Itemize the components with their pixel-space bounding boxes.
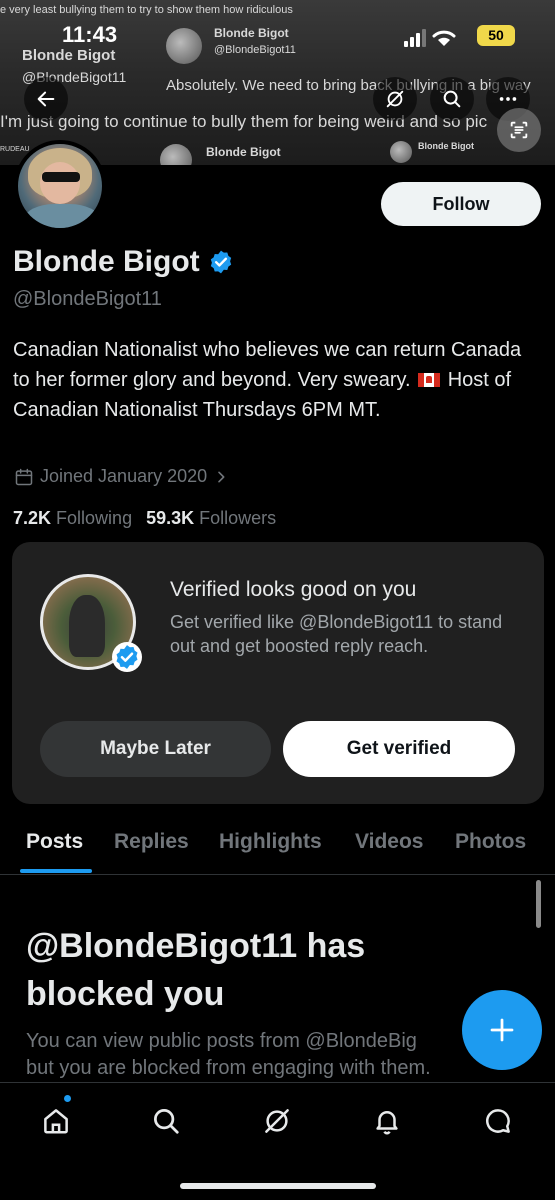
back-button[interactable] [24,77,68,121]
search-icon [154,1109,179,1134]
following-label: Following [56,508,133,528]
home-icon [44,1109,68,1134]
search-icon [443,90,461,108]
banner-text: I'm just going to continue to bully them… [0,112,488,131]
tab-highlights[interactable]: Highlights [219,830,322,854]
signal-wifi-icon [404,29,456,47]
blocked-message-line: but you are blocked from engaging with t… [26,1057,431,1079]
followers-label: Followers [199,508,277,528]
banner-avatar [160,144,192,165]
banner-text: RUDEAU [0,146,30,153]
joined-text: Joined January 2020 [40,466,208,486]
grok-icon [386,90,404,108]
message-icon [486,1109,510,1133]
follow-button[interactable]: Follow [381,182,541,226]
profile-name-row: Blonde Bigot [13,245,234,279]
notification-dot [64,1095,71,1102]
blocked-title: @BlondeBigot11 has blocked you [26,927,366,1013]
battery-indicator: 50 [477,25,515,46]
maybe-later-button[interactable]: Maybe Later [40,721,271,777]
active-tab-indicator [20,869,92,873]
banner-text: Blonde Bigot [206,145,281,159]
grok-button[interactable] [373,77,417,121]
profile-name: Blonde Bigot [13,245,200,278]
avatar-face [40,162,80,204]
tab-posts[interactable]: Posts [26,830,83,854]
profile-tabs: Posts Replies Highlights Videos Photos [0,820,555,875]
followers-link[interactable]: 59.3K Followers [146,508,276,529]
compose-button[interactable] [462,990,542,1070]
calendar-icon [15,468,33,485]
scrollbar[interactable] [536,880,541,928]
upsell-title: Verified looks good on you [170,578,417,601]
status-bar: 11:43 50 [0,0,555,60]
bell-icon [376,1111,398,1135]
profile-avatar[interactable] [14,140,106,232]
follow-stats: 7.2K Following 59.3K Followers [13,508,276,529]
banner-text: Blonde Bigot [418,141,474,151]
bottom-nav [0,1082,555,1200]
verified-upsell-card: Verified looks good on you Get verified … [12,542,544,804]
following-link[interactable]: 7.2K Following [13,508,132,529]
followers-count: 59.3K [146,508,195,528]
home-indicator[interactable] [180,1183,376,1189]
chevron-right-icon [218,471,225,482]
profile-handle: @BlondeBigot11 [13,288,162,310]
avatar-shirt [24,204,100,228]
plus-icon [490,1018,514,1042]
tab-photos[interactable]: Photos [455,830,526,854]
joined-date[interactable]: Joined January 2020 [14,466,229,487]
search-button[interactable] [430,77,474,121]
verified-badge-icon[interactable] [208,249,234,275]
text-scan-icon [510,121,528,139]
tab-replies[interactable]: Replies [114,830,189,854]
profile-bio: Canadian Nationalist who believes we can… [13,335,533,425]
get-verified-button[interactable]: Get verified [283,721,515,777]
banner-avatar [390,141,412,163]
status-time: 11:43 [62,22,118,47]
banner-text: Absolutely. We need to bring back bullyi… [166,77,531,94]
tab-videos[interactable]: Videos [355,830,423,854]
upsell-subtitle: Get verified like @BlondeBigot11 to stan… [170,612,503,656]
grok-icon [265,1109,289,1133]
arrow-left-icon [37,91,55,107]
lion-statue [69,595,105,657]
more-icon [499,97,517,101]
live-text-button[interactable] [497,108,541,152]
nav-notifications[interactable] [367,1101,407,1141]
nav-messages[interactable] [478,1101,518,1141]
verified-badge-icon [112,642,142,672]
avatar-glasses [42,172,80,182]
canada-flag-icon [418,373,441,387]
nav-home[interactable] [36,1101,76,1141]
nav-search[interactable] [146,1101,186,1141]
following-count: 7.2K [13,508,52,528]
nav-grok[interactable] [257,1101,297,1141]
bio-text: Canadian Nationalist who believes we can… [13,339,522,391]
